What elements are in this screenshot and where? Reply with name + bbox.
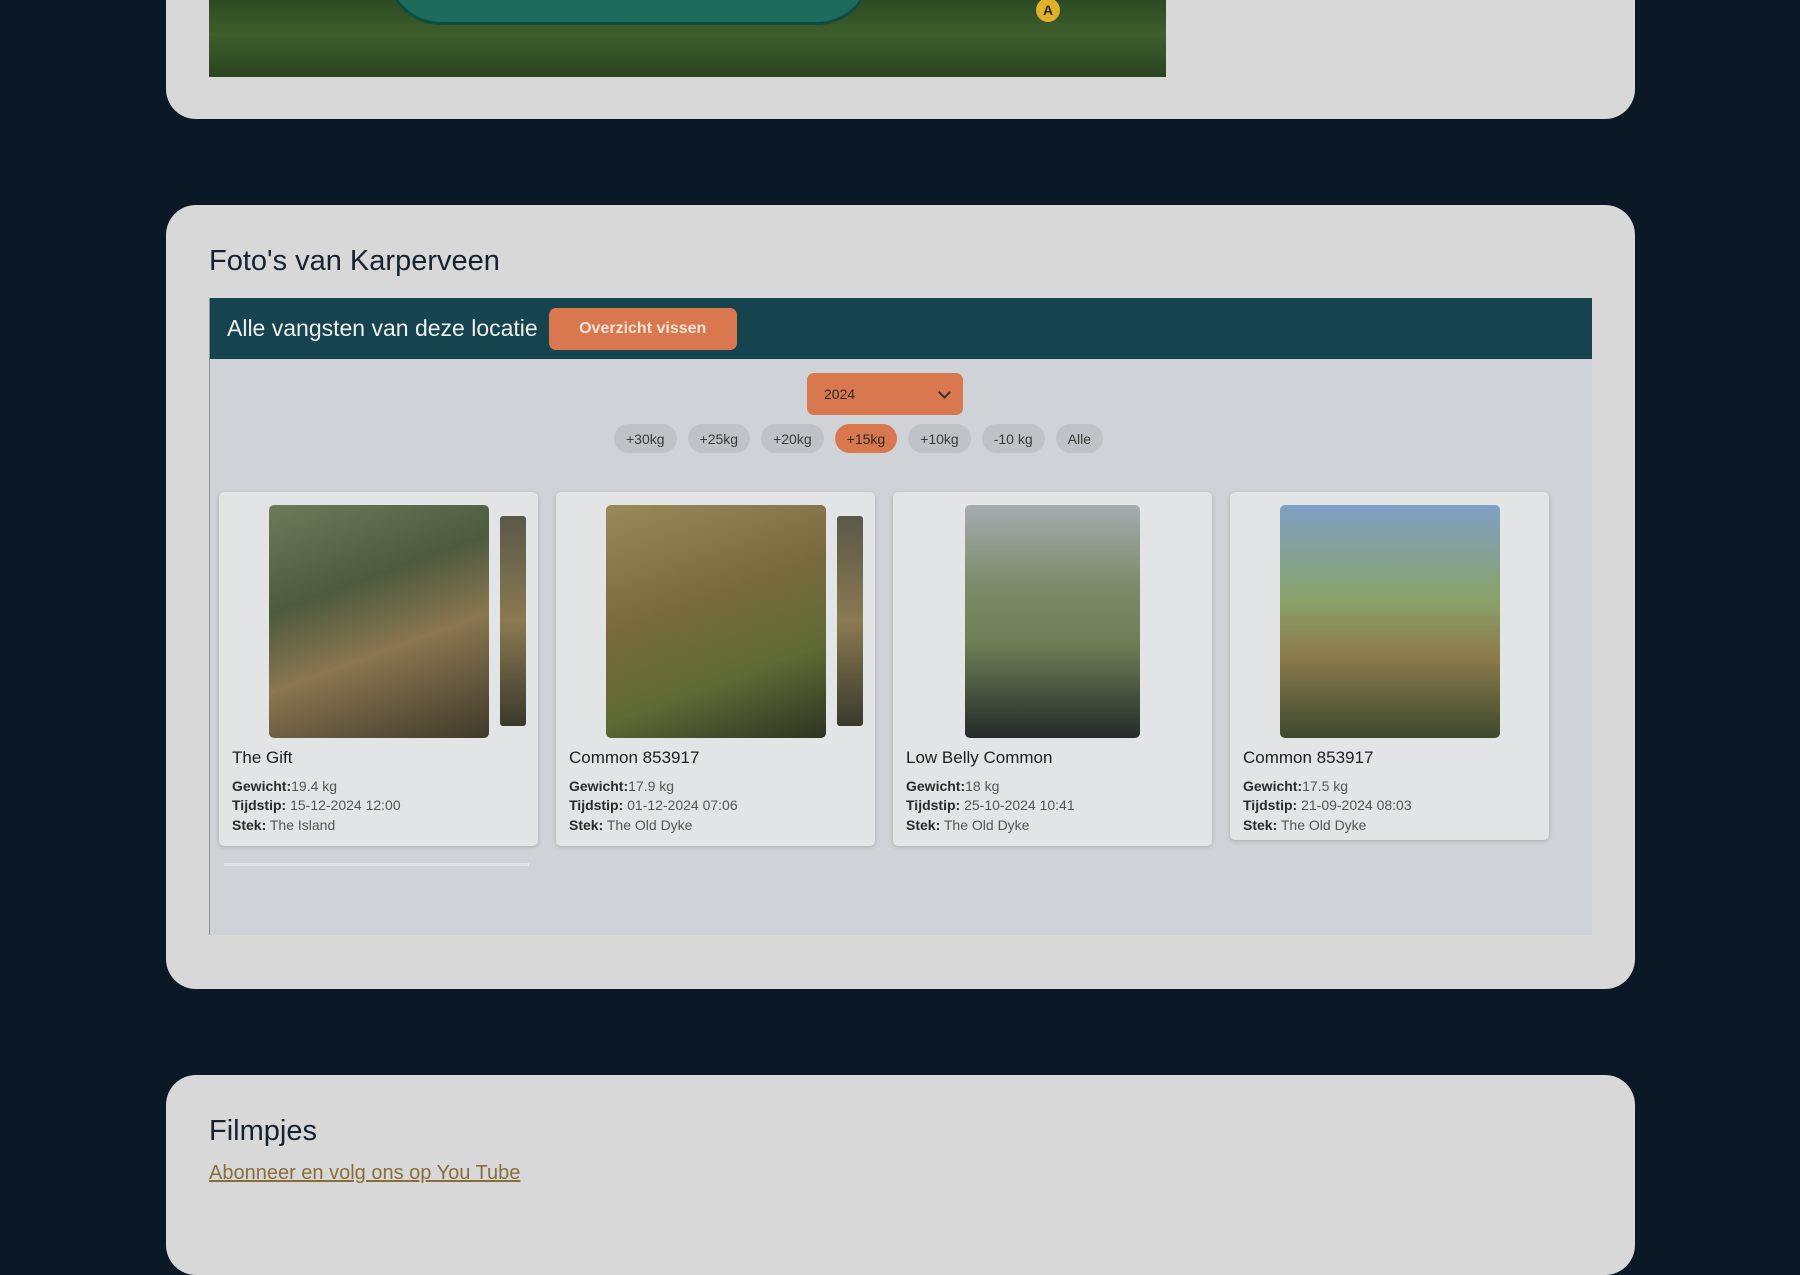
catch-card[interactable]: Low Belly Common Gewicht:18 kg Tijdstip:…	[893, 492, 1212, 846]
catches-widget: Alle vangsten van deze locatie Overzicht…	[209, 298, 1592, 935]
catch-photo[interactable]	[1280, 505, 1500, 738]
catch-card[interactable]: The Gift Gewicht:19.4 kg Tijdstip: 15-12…	[219, 492, 538, 846]
catch-name: The Gift	[232, 748, 293, 767]
map-marker-icon[interactable]: A	[1036, 0, 1060, 22]
catch-weight: Gewicht:17.9 kg	[569, 778, 675, 794]
filter-chip-20kg[interactable]: +20kg	[761, 424, 824, 453]
catch-photo[interactable]	[965, 505, 1140, 738]
weight-filters: +30kg +25kg +20kg +15kg +10kg -10 kg All…	[614, 424, 1104, 453]
catch-photo-next[interactable]	[837, 516, 863, 726]
catch-card[interactable]: Common 853917 Gewicht:17.5 kg Tijdstip: …	[1230, 492, 1549, 840]
catch-photo-next[interactable]	[500, 516, 526, 726]
filter-chip-minus-10kg[interactable]: -10 kg	[981, 424, 1045, 453]
filter-chip-15kg[interactable]: +15kg	[834, 424, 898, 453]
catch-photo[interactable]	[269, 505, 489, 738]
catch-name: Common 853917	[1243, 748, 1374, 767]
catch-card[interactable]: Common 853917 Gewicht:17.9 kg Tijdstip: …	[556, 492, 875, 846]
filter-chip-30kg[interactable]: +30kg	[614, 424, 677, 453]
catch-spot: Stek: The Old Dyke	[1243, 817, 1367, 833]
catch-spot: Stek: The Island	[232, 817, 336, 833]
catch-time: Tijdstip: 01-12-2024 07:06	[569, 797, 738, 813]
chevron-down-icon	[938, 385, 951, 399]
filter-chip-25kg[interactable]: +25kg	[687, 424, 751, 453]
catch-name: Common 853917	[569, 748, 700, 767]
year-select[interactable]: 2024	[807, 373, 963, 415]
filter-chip-all[interactable]: Alle	[1055, 424, 1104, 453]
divider	[224, 863, 529, 866]
catch-time: Tijdstip: 21-09-2024 08:03	[1243, 797, 1412, 813]
catch-weight: Gewicht:17.5 kg	[1243, 778, 1349, 794]
films-card: Filmpjes Abonneer en volg ons op You Tub…	[166, 1075, 1635, 1275]
catch-spot: Stek: The Old Dyke	[569, 817, 693, 833]
filter-chip-10kg[interactable]: +10kg	[908, 424, 971, 453]
films-section-title: Filmpjes	[209, 1115, 317, 1147]
catch-time: Tijdstip: 15-12-2024 12:00	[232, 797, 401, 813]
banner-sign	[389, 0, 869, 22]
catch-weight: Gewicht:19.4 kg	[232, 778, 338, 794]
catch-spot: Stek: The Old Dyke	[906, 817, 1030, 833]
map-card: A	[166, 0, 1635, 119]
overview-fish-button[interactable]: Overzicht vissen	[548, 307, 737, 350]
youtube-subscribe-link[interactable]: Abonneer en volg ons op You Tube	[209, 1162, 520, 1185]
year-select-value: 2024	[824, 386, 856, 402]
photos-card: Foto's van Karperveen Alle vangsten van …	[166, 205, 1635, 989]
location-banner-image: A	[209, 0, 1166, 77]
catch-weight: Gewicht:18 kg	[906, 778, 1000, 794]
catches-header-title: Alle vangsten van deze locatie	[227, 315, 538, 341]
photos-section-title: Foto's van Karperveen	[209, 245, 500, 277]
catch-name: Low Belly Common	[906, 748, 1053, 767]
catch-time: Tijdstip: 25-10-2024 10:41	[906, 797, 1075, 813]
catch-photo[interactable]	[606, 505, 826, 738]
catches-header: Alle vangsten van deze locatie Overzicht…	[210, 298, 1592, 359]
